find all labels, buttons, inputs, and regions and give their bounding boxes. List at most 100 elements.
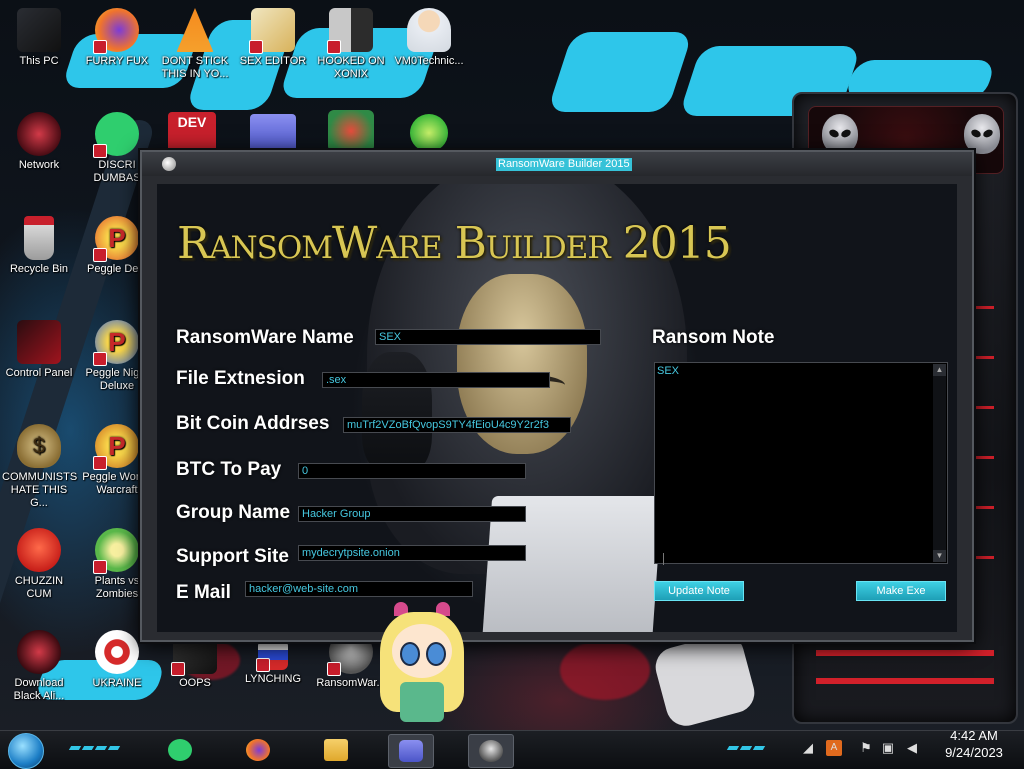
desktop-icon-xonix[interactable]: HOOKED ON XONIX <box>312 4 390 81</box>
desktop-icon-download-black[interactable]: Download Black Ali... <box>0 626 78 703</box>
group-name-label: Group Name <box>176 502 291 523</box>
peggle-icon: P <box>93 424 139 470</box>
tray-mountain-icon[interactable]: ◢ <box>800 740 816 756</box>
chuzzle-icon <box>17 528 61 572</box>
hud-bar <box>816 650 994 656</box>
bitcoin-address-label: Bit Coin Addrses <box>176 413 330 434</box>
start-button[interactable] <box>8 733 44 769</box>
desktop-icon-label: COMMUNISTS HATE THIS G... <box>2 471 78 509</box>
desktop-icon-label: UKRAINE <box>92 677 142 689</box>
desktop-icon-control-panel[interactable]: Control Panel <box>0 316 78 380</box>
desktop-icon-label: LYNCHING <box>244 673 302 685</box>
character-dress <box>400 682 444 722</box>
scrollbar-track[interactable] <box>933 376 946 550</box>
taskbar-clock[interactable]: 4:42 AM 9/24/2023 <box>930 727 1018 761</box>
window-title: RansomWare Builder 2015 <box>496 158 632 171</box>
ransomware-name-input[interactable] <box>375 329 601 345</box>
flag-icon <box>256 640 288 672</box>
character-face <box>392 624 452 678</box>
peggle-icon: P <box>93 216 139 262</box>
ransom-note-label: Ransom Note <box>652 327 775 348</box>
alien-badge-icon <box>17 630 61 674</box>
alien-icon <box>822 114 858 154</box>
desktop-icon-network[interactable]: Network <box>0 108 78 172</box>
ransomware-name-label: RansomWare Name <box>176 327 354 348</box>
devcpp-icon[interactable]: DEV <box>168 112 216 152</box>
chat-icon <box>93 112 139 158</box>
taskbar-chat-app[interactable] <box>158 734 202 766</box>
tray-app-icon[interactable]: A <box>826 740 842 756</box>
id-card-icon[interactable] <box>250 114 296 152</box>
desktop-icon-sex-editor[interactable]: SEX EDITOR <box>234 4 312 68</box>
id-card-icon <box>399 740 423 762</box>
chat-icon <box>168 739 192 761</box>
flower-icon <box>93 528 139 574</box>
taskbar-file-explorer[interactable] <box>314 734 358 766</box>
text-cursor <box>663 553 664 565</box>
make-exe-button[interactable]: Make Exe <box>856 581 946 601</box>
btc-to-pay-input[interactable] <box>298 463 526 479</box>
window-client-area: RansomWare Builder 2015 RansomWare Name … <box>157 184 957 632</box>
update-note-button[interactable]: Update Note <box>654 581 744 601</box>
vlc-cone-icon <box>176 8 214 52</box>
scroll-up-icon[interactable]: ▲ <box>933 364 946 376</box>
taskbar-id-app[interactable] <box>388 734 434 768</box>
character-eye <box>400 642 420 666</box>
firefox-icon <box>93 8 139 54</box>
app-icon[interactable] <box>162 157 176 171</box>
window-titlebar[interactable]: RansomWare Builder 2015 <box>142 152 972 176</box>
limewire-icon[interactable] <box>410 114 448 152</box>
desktop-icon-communists[interactable]: $ COMMUNISTS HATE THIS G... <box>0 420 78 510</box>
desktop-icon-label: SEX EDITOR <box>239 55 307 67</box>
email-label: E Mail <box>176 582 231 603</box>
ransom-note-text: SEX <box>657 365 680 377</box>
desktop-icon-label: Recycle Bin <box>9 263 69 275</box>
support-site-input[interactable] <box>298 545 526 561</box>
taskbar-firefox[interactable] <box>236 734 280 766</box>
desktop-icon-label: Control Panel <box>5 367 73 379</box>
skull-icon <box>479 740 503 762</box>
desktop-icon-label: HOOKED ON XONIX <box>317 55 385 80</box>
folder-icon <box>324 739 348 761</box>
ransom-note-scrollbar[interactable]: ▲ ▼ <box>933 364 946 562</box>
desktop-icon-label: VM0Technic... <box>394 55 464 67</box>
taskbar-ransomware-builder[interactable] <box>468 734 514 768</box>
doctor-icon <box>407 8 451 52</box>
firefox-icon <box>246 739 270 761</box>
btc-to-pay-label: BTC To Pay <box>176 459 282 480</box>
network-icon[interactable]: ▣ <box>880 740 896 756</box>
desktop-icon-this-pc[interactable]: This PC <box>0 4 78 68</box>
clock-date: 9/24/2023 <box>945 745 1003 760</box>
app-heading: RansomWare Builder 2015 <box>177 218 732 269</box>
hacker-hand-image <box>362 352 432 472</box>
desktop-icon-vm0technic[interactable]: VM0Technic... <box>390 4 468 68</box>
bitcoin-address-input[interactable] <box>343 417 571 433</box>
email-input[interactable] <box>245 581 473 597</box>
taskbar-decoration <box>726 737 767 750</box>
taskbar: ◢ A ⚑ ▣ ◀ <box>0 730 1024 769</box>
group-name-input[interactable] <box>298 506 526 522</box>
game-icon[interactable] <box>328 110 374 152</box>
ransom-note-textarea[interactable]: SEX ▲ ▼ <box>654 362 948 565</box>
support-site-label: Support Site <box>176 546 289 567</box>
desktop-icon-dont-stick[interactable]: DONT STICK THIS IN YO... <box>156 4 234 81</box>
scroll-down-icon[interactable]: ▼ <box>933 550 946 562</box>
ransomware-builder-window: RansomWare Builder 2015 RansomWare Build… <box>140 150 974 642</box>
hud-bar <box>816 678 994 684</box>
hxd-icon <box>249 8 295 54</box>
flag-icon[interactable]: ⚑ <box>858 740 874 756</box>
desktop-icon-label: DONT STICK THIS IN YO... <box>161 55 229 80</box>
volume-icon[interactable]: ◀ <box>904 740 920 756</box>
recycle-bin-icon <box>24 216 54 260</box>
desktop-icon-label: OOPS <box>179 677 211 689</box>
desktop-icon-furry-fux[interactable]: FURRY FUX <box>78 4 156 68</box>
desktop-icon-recycle-bin[interactable]: Recycle Bin <box>0 212 78 276</box>
file-extension-input[interactable] <box>322 372 550 388</box>
alien-icon <box>964 114 1000 154</box>
desktop-icon-label: Network <box>18 159 60 171</box>
computer-icon <box>17 8 61 52</box>
desktop-icon-label: FURRY FUX <box>85 55 149 67</box>
desktop-icon-chuzzin[interactable]: CHUZZIN CUM <box>0 524 78 601</box>
peggle-icon: P <box>93 320 139 366</box>
money-bag-icon: $ <box>17 424 61 468</box>
